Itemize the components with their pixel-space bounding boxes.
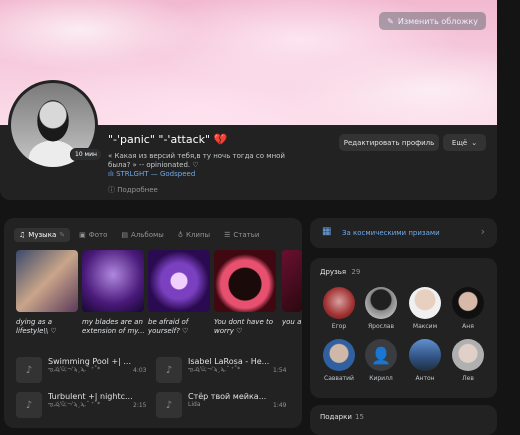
heart-icon: 💔 bbox=[213, 133, 228, 146]
avatar bbox=[409, 339, 441, 371]
tab-photos[interactable]: ▣ Фото bbox=[74, 228, 112, 242]
track-title: Стёр твой мейка... bbox=[188, 392, 267, 401]
tab-music[interactable]: ♫ Музыка ✎ bbox=[14, 228, 71, 242]
friends-count: 29 bbox=[351, 268, 361, 276]
playlist-cover[interactable] bbox=[82, 250, 144, 312]
edit-profile-label: Редактировать профиль bbox=[343, 138, 435, 147]
avatar bbox=[365, 287, 397, 319]
music-note-icon: ♪ bbox=[156, 392, 182, 418]
music-note-icon: ♪ bbox=[156, 357, 182, 383]
more-label: Ещё bbox=[451, 138, 468, 147]
tab-label: Клипы bbox=[185, 231, 211, 239]
avatar bbox=[452, 339, 484, 371]
friend-name: Савватий bbox=[324, 375, 354, 382]
online-badge: 10 мин bbox=[70, 148, 102, 161]
gifts-card[interactable]: Подарки 15 bbox=[310, 405, 497, 435]
tab-articles[interactable]: ☰ Статьи bbox=[219, 228, 264, 242]
friend-item[interactable]: 👤 Кирилл bbox=[361, 339, 401, 382]
details-label: Подробнее bbox=[117, 186, 158, 194]
avatar: 👤 bbox=[365, 339, 397, 371]
track-duration: 1:49 bbox=[273, 402, 287, 409]
details-link[interactable]: ⓘ Подробнее bbox=[108, 185, 158, 195]
friends-title: Друзья bbox=[320, 268, 347, 276]
edit-cover-button[interactable]: ✎ Изменить обложку bbox=[379, 12, 486, 30]
track-row[interactable]: ♪ Turbulent +| nightc... ఌ,ష'ü;¬'ϡ¸ϡ,˝ ⁺˚… bbox=[16, 392, 133, 418]
music-status[interactable]: ılı STRLGHT — Godspeed bbox=[108, 170, 195, 178]
track-duration: 4:03 bbox=[133, 367, 147, 374]
music-status-text: STRLGHT — Godspeed bbox=[116, 170, 196, 178]
tab-label: Альбомы bbox=[131, 231, 164, 239]
avatar bbox=[452, 287, 484, 319]
friends-header[interactable]: Друзья 29 bbox=[320, 268, 360, 276]
friend-item[interactable]: Антон bbox=[405, 339, 445, 382]
music-note-icon: ♪ bbox=[16, 357, 42, 383]
avatar bbox=[323, 339, 355, 371]
track-title: Turbulent +| nightc... bbox=[48, 392, 133, 401]
avatar bbox=[323, 287, 355, 319]
track-title: Swimming Pool +| ... bbox=[48, 357, 132, 366]
track-row[interactable]: ♪ Swimming Pool +| ... ఌ,ష'ü;¬'ϡ¸ϡ,˝ ⁺˚* bbox=[16, 357, 131, 383]
track-artist: ఌ,ష'ü;¬'ϡ¸ϡ,˝ ⁺˚* bbox=[48, 366, 101, 373]
friend-name: Лев bbox=[462, 375, 474, 382]
chevron-down-icon: ⌄ bbox=[471, 138, 478, 147]
clips-icon: ♁ bbox=[177, 231, 183, 239]
friend-item[interactable]: Аня bbox=[448, 287, 488, 330]
tab-albums[interactable]: ▤ Альбомы bbox=[116, 228, 168, 242]
media-tabs: ♫ Музыка ✎ ▣ Фото ▤ Альбомы ♁ Клипы ☰ Ст… bbox=[14, 228, 264, 242]
chevron-right-icon: › bbox=[480, 225, 485, 238]
track-title: Isabel LaRosa - He... bbox=[188, 357, 270, 366]
playlist-cover[interactable] bbox=[214, 250, 276, 312]
music-note-icon: ♫ bbox=[19, 231, 26, 239]
track-artist: Lida bbox=[188, 401, 201, 408]
more-button[interactable]: Ещё ⌄ bbox=[443, 134, 486, 151]
track-duration: 2:15 bbox=[133, 402, 147, 409]
track-artist: ఌ,ష'ü;¬'ϡ¸ϡ,˝ ⁺˚* bbox=[188, 366, 241, 373]
tab-label: Фото bbox=[88, 231, 108, 239]
playlist-caption: my blades are an extension of my... bbox=[82, 318, 145, 335]
track-duration: 1:54 bbox=[273, 367, 287, 374]
pin-icon: ✎ bbox=[59, 231, 66, 239]
friend-name: Антон bbox=[415, 375, 435, 382]
promo-label: За космическими призами bbox=[342, 229, 440, 237]
playlist-caption: you a bbox=[282, 318, 302, 326]
friend-item[interactable]: Лев bbox=[448, 339, 488, 382]
profile-status: « Какая из версий тебя,в ту ночь тогда с… bbox=[108, 152, 285, 169]
playlist-cover[interactable] bbox=[16, 250, 78, 312]
playlist-caption: You dont have to worry ♡ bbox=[214, 318, 274, 335]
audio-bars-icon: ılı bbox=[108, 170, 114, 178]
friend-name: Кирилл bbox=[369, 375, 393, 382]
friend-name: Егор bbox=[331, 323, 347, 330]
tab-clips[interactable]: ♁ Клипы bbox=[173, 228, 215, 242]
friend-item[interactable]: Ярослав bbox=[361, 287, 401, 330]
friend-item[interactable]: Максим bbox=[405, 287, 445, 330]
tab-label: Статьи bbox=[233, 231, 260, 239]
albums-icon: ▤ bbox=[121, 231, 129, 239]
promo-banner[interactable]: ▦ За космическими призами › bbox=[310, 218, 497, 248]
playlist-cover[interactable] bbox=[282, 250, 302, 312]
edit-profile-button[interactable]: Редактировать профиль bbox=[339, 134, 439, 151]
info-icon: ⓘ bbox=[108, 186, 115, 194]
profile-name-text: "-'panic" "-'attack" bbox=[108, 133, 211, 146]
track-row[interactable]: ♪ Стёр твой мейка... Lida bbox=[156, 392, 266, 418]
track-artist: ఌ,ష'ü;¬'ϡ¸ϡ,˝ ⁺˚* bbox=[48, 401, 101, 408]
pencil-icon: ✎ bbox=[387, 16, 394, 26]
edit-cover-label: Изменить обложку bbox=[397, 16, 478, 26]
friend-name: Ярослав bbox=[368, 323, 394, 330]
music-note-icon: ♪ bbox=[16, 392, 42, 418]
friend-name: Максим bbox=[412, 323, 438, 330]
friend-name: Аня bbox=[462, 323, 474, 330]
photo-icon: ▣ bbox=[79, 231, 86, 239]
friend-item[interactable]: Егор bbox=[319, 287, 359, 330]
playlist-cover[interactable] bbox=[148, 250, 210, 312]
tab-label: Музыка bbox=[28, 231, 57, 239]
avatar bbox=[409, 287, 441, 319]
playlist-caption: dying as a lifestyle\\ ♡ bbox=[16, 318, 57, 335]
track-row[interactable]: ♪ Isabel LaRosa - He... ఌ,ష'ü;¬'ϡ¸ϡ,˝ ⁺˚* bbox=[156, 357, 269, 383]
profile-name: "-'panic" "-'attack" 💔 bbox=[108, 133, 227, 146]
gift-box-icon: ▦ bbox=[322, 226, 332, 237]
articles-icon: ☰ bbox=[224, 231, 231, 239]
user-placeholder-icon: 👤 bbox=[371, 345, 391, 365]
playlist-caption: be afraid of yourself? ♡ bbox=[148, 318, 189, 335]
friend-item[interactable]: Савватий bbox=[319, 339, 359, 382]
